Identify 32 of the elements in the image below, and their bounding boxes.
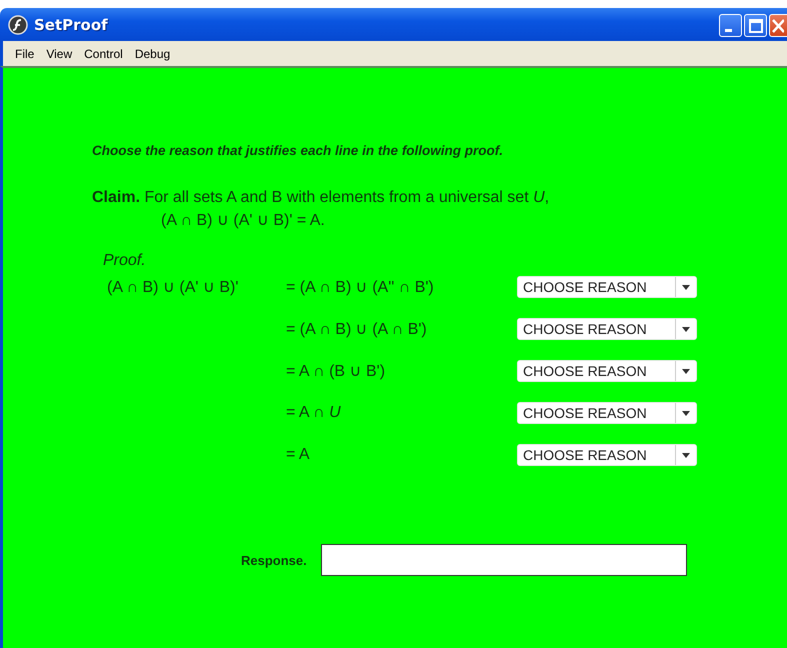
claim-equation: (A ∩ B) ∪ (A' ∪ B)' = A. [161, 211, 326, 230]
menu-item[interactable]: Debug [128, 46, 176, 60]
menu-item[interactable]: Control [78, 46, 129, 60]
response-label: Response. [241, 552, 307, 568]
proof-step: = A [286, 446, 310, 463]
instruction-text: Choose the reason that justifies each line in the following proof. [92, 143, 504, 158]
proof-expression: (A ∩ B) ∪ (A' ∪ B)' [107, 279, 238, 296]
reason-dropdown[interactable]: CHOOSE REASON [517, 444, 697, 466]
proof-label: Proof. [103, 252, 147, 270]
caret-icon [682, 368, 690, 374]
reason-dropdown[interactable]: CHOOSE REASON [517, 318, 697, 340]
close-button[interactable] [769, 14, 787, 37]
menu-item[interactable]: File [9, 46, 40, 60]
proof-step: = (A ∩ B) ∪ (A'' ∩ B') [286, 279, 434, 296]
menu-item[interactable]: View [40, 46, 78, 60]
minimize-icon [724, 29, 732, 32]
reason-dropdown[interactable]: CHOOSE REASON [517, 360, 697, 382]
proof-step: = A ∩ (B ∪ B') [286, 363, 386, 380]
app-icon [8, 14, 28, 34]
caret-icon [682, 452, 690, 458]
reason-dropdown[interactable]: CHOOSE REASON [517, 402, 697, 424]
proof-step: = (A ∩ B) ∪ (A ∩ B') [286, 321, 427, 338]
reason-dropdown[interactable]: CHOOSE REASON [517, 276, 697, 298]
minimize-button[interactable] [719, 14, 742, 37]
claim-text: Claim. For all sets A and B with elements from a universal set U, [92, 189, 550, 207]
proof-step: = A ∩ U [286, 404, 341, 421]
caret-icon [682, 326, 690, 332]
caret-icon [682, 284, 690, 290]
maximize-button[interactable] [744, 14, 767, 37]
caret-icon [682, 410, 690, 416]
window-title: SetProof [34, 16, 108, 34]
response-field[interactable] [320, 544, 687, 576]
